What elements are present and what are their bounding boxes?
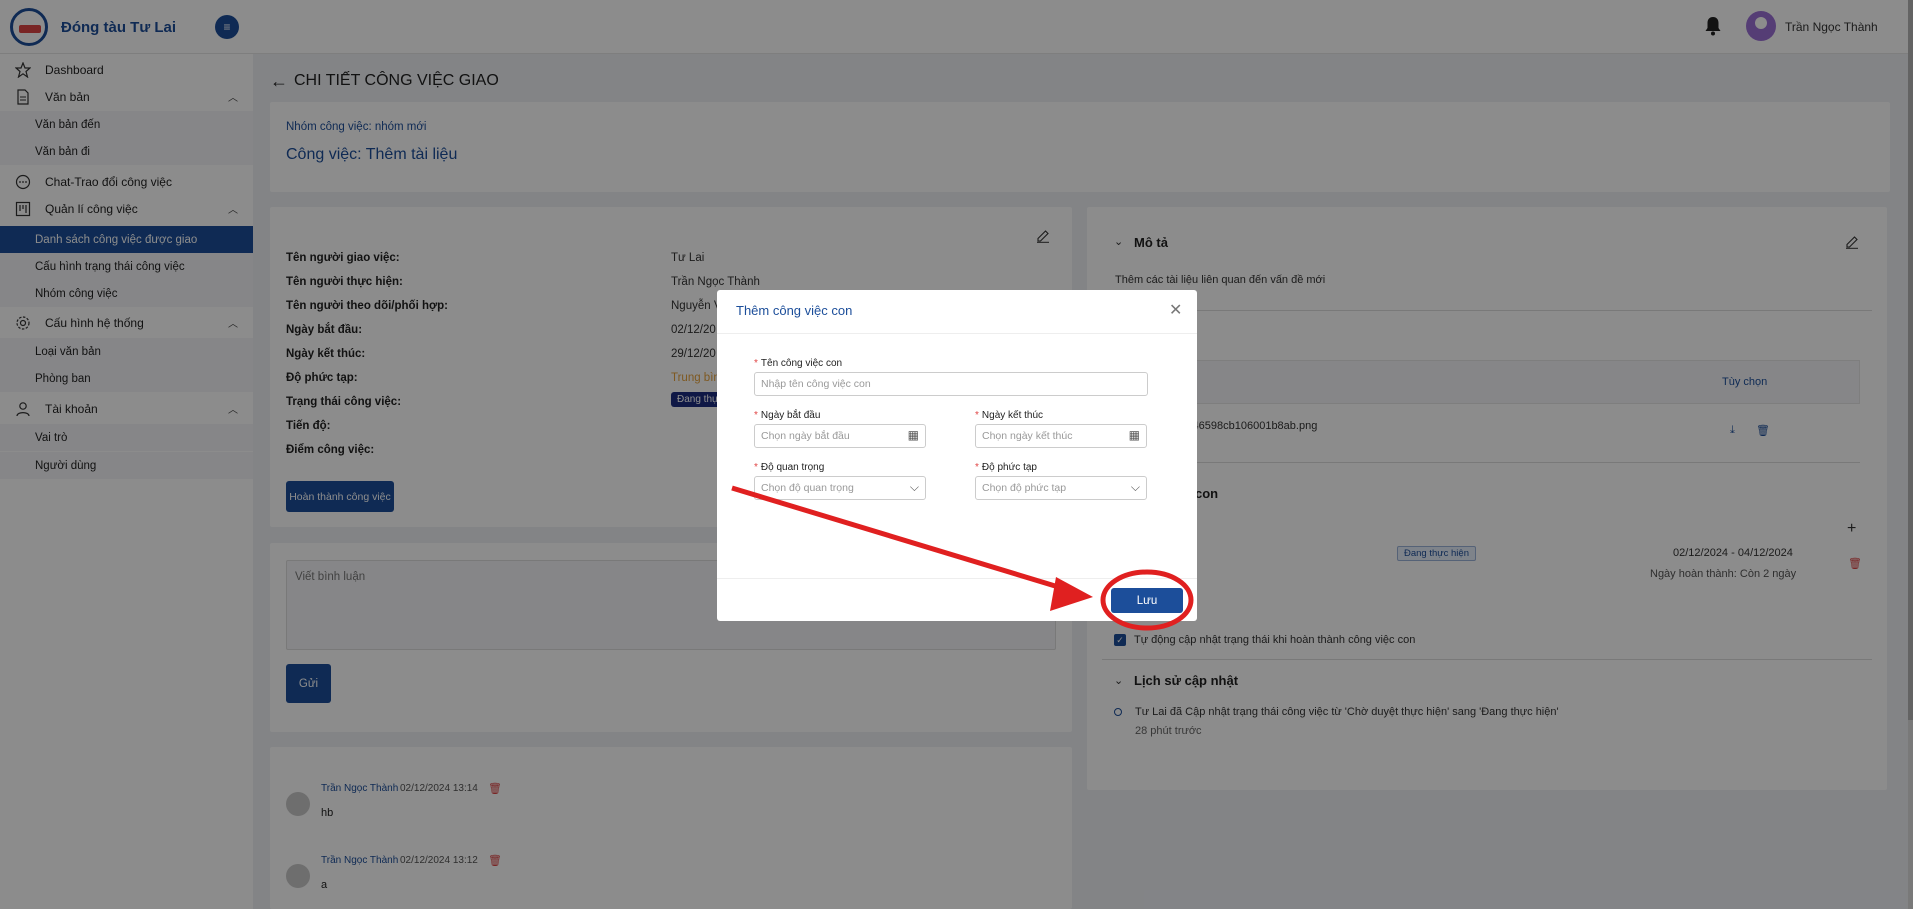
end-date-picker[interactable]: Chọn ngày kết thúc ▦	[975, 424, 1147, 448]
chevron-down-icon: ⌵	[1130, 480, 1140, 494]
start-date-label: * Ngày bắt đầu	[754, 410, 821, 421]
calendar-icon: ▦	[1128, 428, 1140, 442]
complexity-select[interactable]: Chọn độ phức tạp ⌵	[975, 476, 1147, 500]
complexity-label: * Độ phức tạp	[975, 462, 1037, 473]
subtask-name-input[interactable]: Nhập tên công việc con	[754, 372, 1148, 396]
close-icon[interactable]: ✕	[1169, 300, 1182, 320]
end-date-label: * Ngày kết thúc	[975, 410, 1044, 421]
subtask-name-label: * Tên công việc con	[754, 358, 843, 369]
modal-title: Thêm công việc con	[736, 303, 853, 318]
divider	[717, 578, 1197, 579]
save-button[interactable]: Lưu	[1111, 588, 1183, 613]
importance-select[interactable]: Chọn độ quan trọng ⌵	[754, 476, 926, 500]
add-subtask-modal: Thêm công việc con ✕ * Tên công việc con …	[717, 290, 1197, 621]
chevron-down-icon: ⌵	[909, 480, 919, 494]
importance-label: * Độ quan trọng	[754, 462, 825, 473]
calendar-icon: ▦	[907, 428, 919, 442]
start-date-picker[interactable]: Chọn ngày bắt đầu ▦	[754, 424, 926, 448]
divider	[717, 333, 1197, 334]
